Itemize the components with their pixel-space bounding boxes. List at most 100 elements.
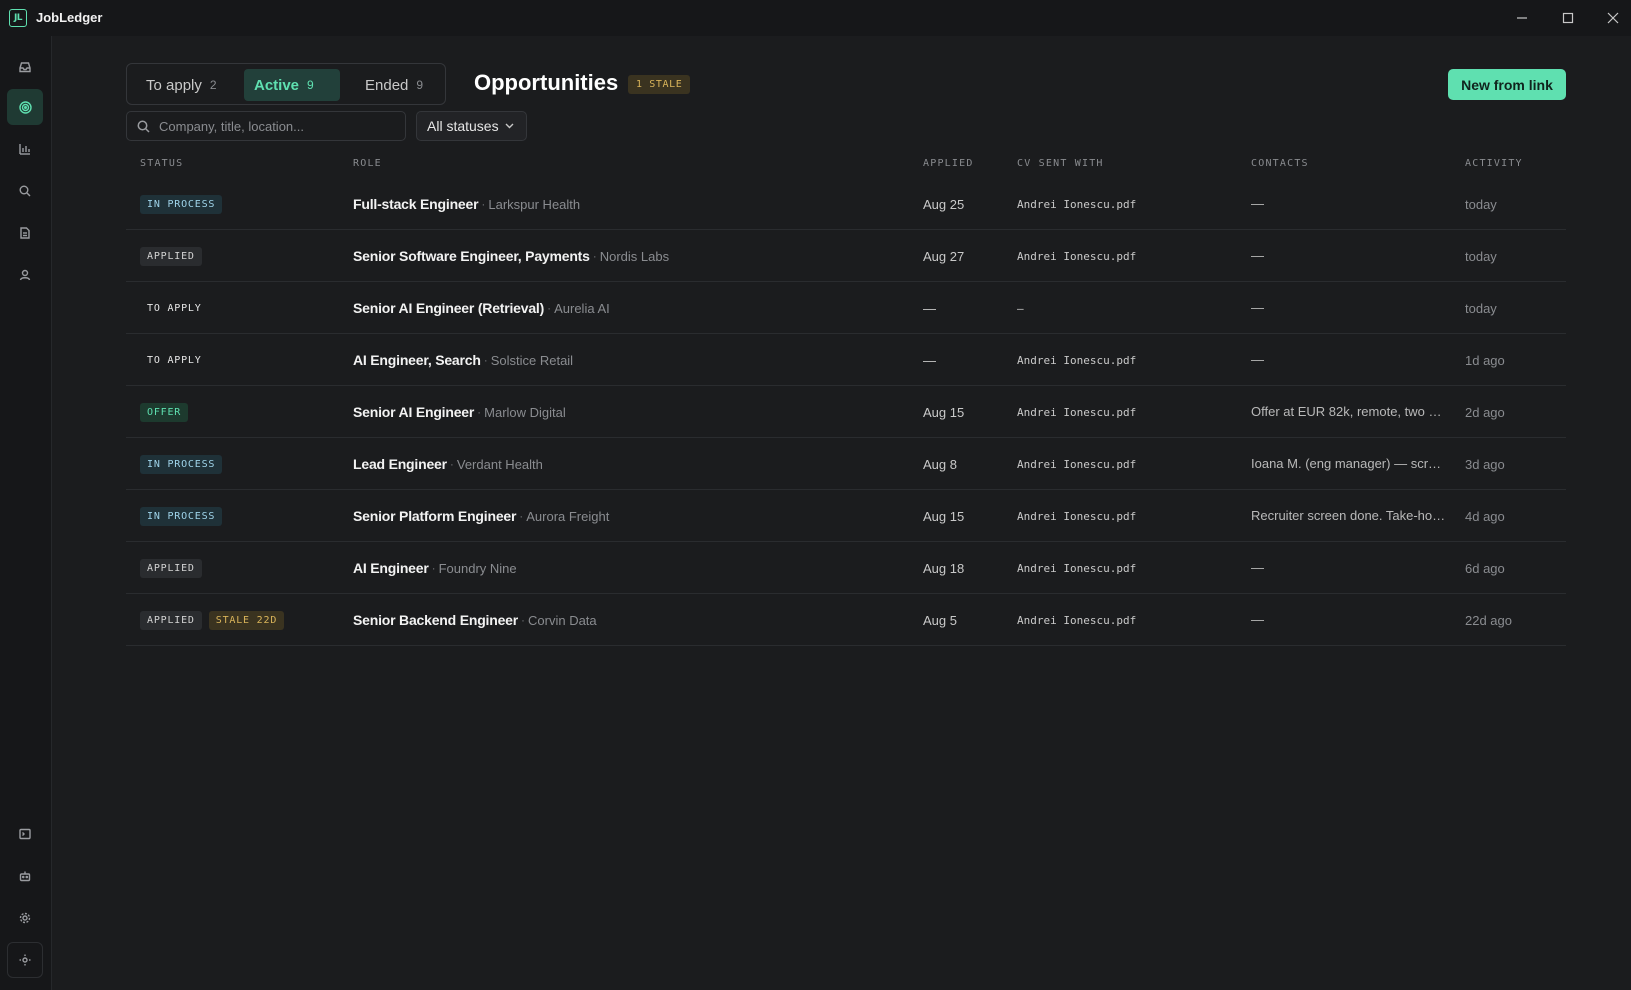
role-title[interactable]: Senior Platform Engineer (353, 508, 516, 524)
contacts-note: Ioana M. (eng manager) — screen o... (1251, 456, 1448, 471)
inbox-icon[interactable] (7, 49, 43, 85)
status-filter-select[interactable]: All statuses (416, 111, 527, 141)
role-separator: · (481, 197, 486, 211)
table-header: STATUS ROLE APPLIED CV SENT WITH CONTACT… (126, 158, 1566, 174)
applied-date: — (923, 352, 936, 368)
status-cell: IN PROCESS (140, 438, 350, 490)
role-cell[interactable]: Senior Platform Engineer · Aurora Freight (353, 490, 913, 542)
status-badge: TO APPLY (147, 354, 202, 366)
column-header-cv[interactable]: CV SENT WITH (1017, 158, 1104, 169)
table-row[interactable]: OFFER Senior AI Engineer · Marlow Digital Au… (126, 386, 1566, 438)
contacts-note: Offer at EUR 82k, remote, two wee... (1251, 404, 1448, 419)
activity-time: 6d ago (1465, 560, 1505, 576)
applied-date: Aug 15 (923, 404, 965, 420)
column-header-contacts[interactable]: CONTACTS (1251, 158, 1309, 169)
table-row[interactable]: TO APPLY Senior AI Engineer (Retrieval) · A… (126, 282, 1566, 334)
tab-label: Ended (365, 76, 409, 94)
role-title[interactable]: Senior AI Engineer (353, 404, 474, 420)
table-row[interactable]: APPLIED Senior Software Engineer, Payment… (126, 230, 1566, 282)
contacts-note: — (1251, 612, 1264, 627)
activity-time: today (1465, 300, 1497, 316)
table-row[interactable]: APPLIED AI Engineer · Foundry Nine Aug 18 And… (126, 542, 1566, 594)
terminal-icon[interactable] (7, 816, 43, 852)
activity-time: 2d ago (1465, 404, 1505, 420)
cv-file: Andrei Ionescu.pdf (1017, 561, 1137, 575)
role-separator: · (449, 457, 454, 471)
role-company: Corvin Data (528, 612, 597, 628)
role-company: Larkspur Health (488, 196, 581, 212)
new-from-link-button[interactable]: New from link (1448, 69, 1566, 100)
column-header-activity[interactable]: ACTIVITY (1465, 158, 1523, 169)
status-filter-value: All statuses (427, 118, 499, 134)
app-logo: JL (9, 9, 27, 27)
role-title[interactable]: Full-stack Engineer (353, 196, 479, 212)
table-row[interactable]: IN PROCESS Senior Platform Engineer · Auror… (126, 490, 1566, 542)
tab-to-apply[interactable]: To apply 2 (136, 69, 227, 101)
tab-active[interactable]: Active 9 (244, 69, 340, 101)
robot-icon[interactable] (7, 858, 43, 894)
role-company: Aurora Freight (526, 508, 610, 524)
role-cell[interactable]: Senior AI Engineer · Marlow Digital (353, 386, 913, 438)
role-cell[interactable]: Senior AI Engineer (Retrieval) · Aurelia A… (353, 282, 913, 334)
status-cell: OFFER (140, 386, 350, 438)
applied-date: Aug 27 (923, 248, 965, 264)
tab-ended[interactable]: Ended 9 (355, 69, 433, 101)
activity-time: today (1465, 196, 1497, 212)
table-row[interactable]: APPLIED STALE 22D Senior Backend Engineer ·… (126, 594, 1566, 646)
role-separator: · (519, 509, 524, 523)
role-cell[interactable]: Full-stack Engineer · Larkspur Health (353, 178, 913, 230)
role-cell[interactable]: Senior Backend Engineer · Corvin Data (353, 594, 913, 646)
minimize-icon[interactable] (1510, 6, 1534, 30)
table-row[interactable]: IN PROCESS Lead Engineer · Verdant Health Au… (126, 438, 1566, 490)
cv-file: – (1017, 301, 1024, 315)
search-icon[interactable] (7, 173, 43, 209)
status-cell: TO APPLY (140, 334, 350, 386)
bar-chart-icon[interactable] (7, 131, 43, 167)
column-header-status[interactable]: STATUS (140, 158, 183, 169)
maximize-icon[interactable] (1556, 6, 1580, 30)
role-title[interactable]: Lead Engineer (353, 456, 447, 472)
cv-file: Andrei Ionescu.pdf (1017, 509, 1137, 523)
document-icon[interactable] (7, 215, 43, 251)
gear-icon[interactable] (7, 900, 43, 936)
applied-date: Aug 15 (923, 508, 965, 524)
role-cell[interactable]: Senior Software Engineer, Payments · Nordi… (353, 230, 913, 282)
cv-file: Andrei Ionescu.pdf (1017, 249, 1137, 263)
role-cell[interactable]: AI Engineer · Foundry Nine (353, 542, 913, 594)
cv-file: Andrei Ionescu.pdf (1017, 197, 1137, 211)
role-title[interactable]: Senior Backend Engineer (353, 612, 518, 628)
role-title[interactable]: Senior Software Engineer, Payments (353, 248, 590, 264)
status-badge: IN PROCESS (140, 506, 223, 526)
page-title: Opportunities (474, 70, 619, 95)
search-field[interactable] (126, 111, 406, 141)
table-row[interactable]: TO APPLY AI Engineer, Search · Solstice Ret… (126, 334, 1566, 386)
status-cell: TO APPLY (140, 282, 350, 334)
role-title[interactable]: Senior AI Engineer (Retrieval) (353, 300, 544, 316)
role-company: Nordis Labs (599, 248, 670, 264)
role-cell[interactable]: Lead Engineer · Verdant Health (353, 438, 913, 490)
search-input[interactable] (159, 112, 399, 140)
close-icon[interactable] (1601, 6, 1625, 30)
app-title: JobLedger (36, 10, 103, 25)
role-title[interactable]: AI Engineer (353, 560, 429, 576)
role-title[interactable]: AI Engineer, Search (353, 352, 481, 368)
column-header-applied[interactable]: APPLIED (923, 158, 974, 169)
table-row[interactable]: IN PROCESS Full-stack Engineer · Larkspur H… (126, 178, 1566, 230)
chevron-down-icon (505, 123, 514, 129)
status-cell: APPLIED (140, 230, 350, 282)
target-icon[interactable] (7, 89, 43, 125)
search-icon (137, 120, 150, 133)
tab-count: 9 (416, 78, 424, 92)
user-icon[interactable] (7, 257, 43, 293)
contacts-note: Recruiter screen done. Take-home ... (1251, 508, 1448, 523)
status-cell: IN PROCESS (140, 178, 350, 230)
role-separator: · (547, 301, 552, 315)
activity-time: today (1465, 248, 1497, 264)
contacts-note: — (1251, 300, 1264, 315)
status-badge: IN PROCESS (140, 454, 223, 474)
sun-icon[interactable] (7, 942, 43, 978)
column-header-role[interactable]: ROLE (353, 158, 382, 169)
status-badge: OFFER (140, 402, 189, 422)
role-company: Foundry Nine (438, 560, 517, 576)
role-cell[interactable]: AI Engineer, Search · Solstice Retail (353, 334, 913, 386)
